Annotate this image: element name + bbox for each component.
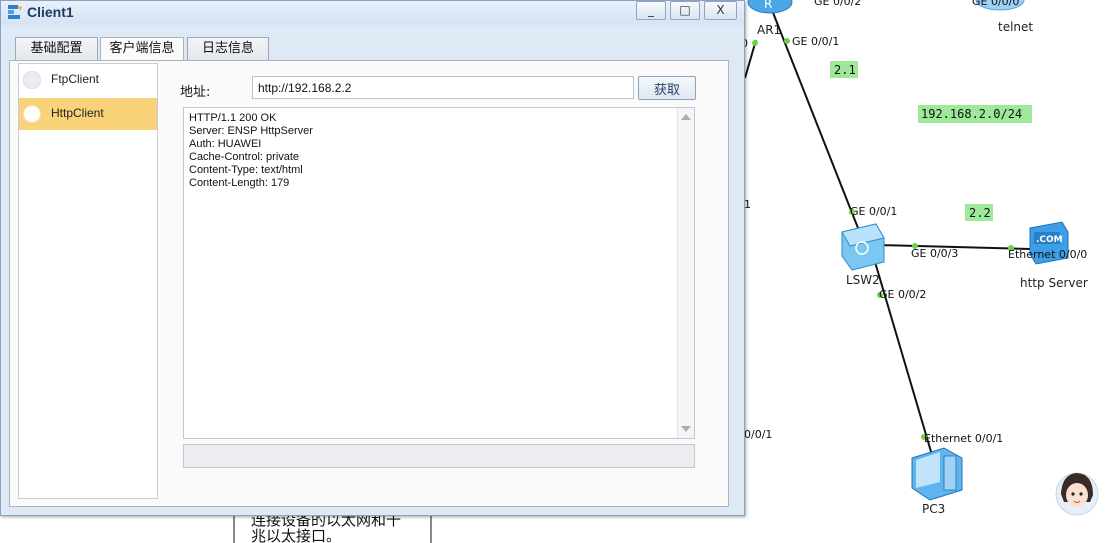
pc-icon[interactable] — [911, 447, 963, 501]
server-icon-text: .COM — [1036, 235, 1063, 245]
client-app-icon — [8, 5, 22, 19]
port-label: Ethernet 0/0/0 — [1008, 248, 1087, 261]
port-label: GE 0/0/1 — [850, 205, 897, 218]
device-label-lsw2: LSW2 — [846, 273, 880, 287]
port-dot — [784, 38, 790, 44]
port-label: GE 0/0/2 — [879, 288, 926, 301]
port-label: 1 — [744, 198, 751, 211]
tab-log-info[interactable]: 日志信息 — [187, 37, 269, 61]
response-line: Cache-Control: private — [189, 151, 300, 163]
radio-dot-icon — [23, 105, 41, 123]
window-title: Client1 — [27, 4, 74, 20]
scroll-down-icon[interactable] — [681, 426, 691, 432]
minimize-button[interactable]: _ — [636, 1, 666, 20]
device-label-telnet: telnet — [998, 20, 1033, 34]
port-label: GE 0/0/2 — [814, 0, 861, 8]
client-info-panel: FtpClient HttpClient 地址: 获取 HTTP/1.1 200… — [9, 60, 729, 507]
port-label: GE 0/0/1 — [792, 35, 839, 48]
response-text: HTTP/1.1 200 OK Server: ENSP HttpServer Au… — [189, 112, 313, 190]
switch-icon[interactable] — [841, 223, 885, 271]
address-input[interactable] — [252, 76, 634, 99]
response-line: Server: ENSP HttpServer — [189, 125, 313, 137]
assistant-avatar-icon[interactable] — [1055, 472, 1099, 516]
response-line: Auth: HUAWEI — [189, 138, 262, 150]
vertical-scrollbar[interactable] — [677, 108, 694, 438]
svg-text:R: R — [764, 0, 772, 11]
ensp-workspace: R AR1 GE 0/0/2 GE 0/0/1 0 GE 0/0/0 telne… — [0, 0, 1105, 543]
close-button[interactable]: X — [704, 1, 737, 20]
scroll-up-icon[interactable] — [681, 114, 691, 120]
port-label: Ethernet 0/0/1 — [924, 432, 1003, 445]
list-item-label: FtpClient — [51, 72, 100, 86]
status-field — [183, 444, 695, 468]
list-item-ftpclient[interactable]: FtpClient — [19, 64, 157, 96]
address-label: 地址: — [180, 85, 211, 100]
tab-basic-config[interactable]: 基础配置 — [15, 37, 98, 61]
maximize-button[interactable]: □ — [670, 1, 700, 20]
tab-client-info[interactable]: 客户端信息 — [100, 37, 184, 61]
router-icon[interactable]: R — [747, 0, 793, 14]
note-text: 2.2 — [969, 206, 991, 220]
fetch-button[interactable]: 获取 — [638, 76, 696, 100]
response-line: HTTP/1.1 200 OK — [189, 112, 277, 124]
port-dot — [752, 40, 758, 46]
device-label-http-server: http Server — [1020, 276, 1088, 290]
port-label: 0/0/1 — [744, 428, 772, 441]
response-line: Content-Length: 179 — [189, 177, 290, 189]
note-text: 2.1 — [834, 63, 856, 77]
device-label-pc3: PC3 — [922, 502, 945, 516]
list-item-httpclient[interactable]: HttpClient — [19, 98, 157, 130]
list-item-label: HttpClient — [51, 106, 104, 120]
port-label: GE 0/0/3 — [911, 247, 958, 260]
device-label-ar1: AR1 — [757, 23, 781, 37]
response-line: Content-Type: text/html — [189, 164, 303, 176]
response-textarea[interactable]: HTTP/1.1 200 OK Server: ENSP HttpServer Au… — [183, 107, 695, 439]
radio-dot-icon — [23, 71, 41, 89]
note-text: 192.168.2.0/24 — [921, 107, 1022, 121]
client-window[interactable]: Client1 _ □ X 基础配置 客户端信息 日志信息 FtpClient … — [0, 0, 745, 516]
tooltip-line: 兆以太接口。 — [251, 527, 342, 543]
port-label: GE 0/0/0 — [972, 0, 1019, 8]
window-titlebar[interactable]: Client1 _ □ X — [1, 1, 744, 25]
client-type-list: FtpClient HttpClient — [18, 63, 158, 499]
